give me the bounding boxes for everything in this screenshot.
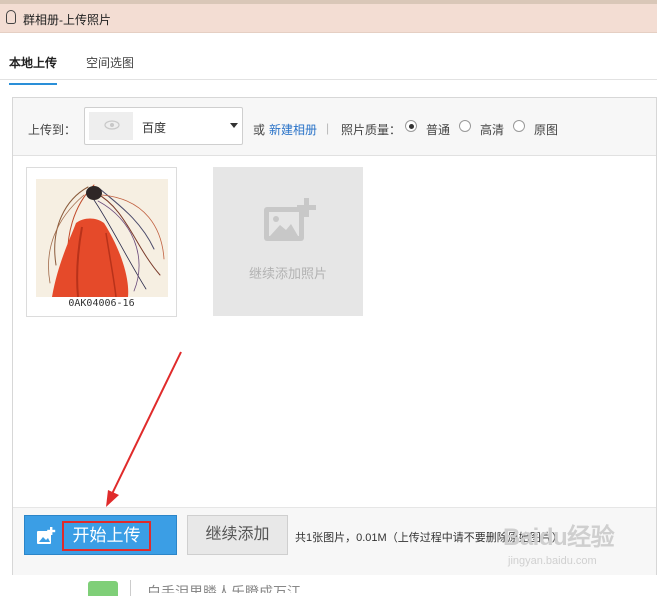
add-photo-card[interactable]: 继续添加照片 — [213, 167, 363, 316]
album-select[interactable]: 百度 — [84, 107, 243, 145]
new-album-link[interactable]: 新建相册 — [269, 121, 317, 138]
or-label: 或 — [253, 123, 266, 137]
start-upload-button[interactable]: 开始上传 — [24, 515, 177, 555]
baidu-jingyan-watermark: Baidu经验 jingyan.baidu.com — [503, 517, 643, 583]
cropped-step-text: 白手泪里膦人乐瞪成万江 — [147, 584, 301, 593]
tab-local-upload[interactable]: 本地上传 — [9, 54, 58, 85]
watermark-brand: Baidu经验 — [503, 524, 615, 551]
green-step-badge — [88, 581, 118, 596]
quality-radio-hd[interactable] — [459, 120, 471, 132]
tab-space-select[interactable]: 空间选图 — [86, 54, 134, 71]
window-title: 群相册-上传照片 — [23, 13, 111, 27]
album-name: 百度 — [142, 121, 167, 135]
quality-radio-original[interactable] — [513, 120, 525, 132]
upload-to-label: 上传到： — [28, 123, 77, 137]
quality-option-original: 原图 — [534, 123, 559, 137]
upload-tabs: 本地上传 空间选图 — [0, 33, 657, 85]
divider: | — [326, 121, 330, 135]
qq-penguin-icon — [6, 10, 16, 24]
eye-icon — [104, 120, 120, 130]
upload-photo-icon — [37, 527, 56, 544]
chevron-down-icon — [230, 123, 238, 128]
watermark-url: jingyan.baidu.com — [508, 555, 597, 567]
quality-option-normal: 普通 — [426, 123, 451, 137]
quality-label: 照片质量： — [341, 123, 402, 137]
quality-option-hd: 高清 — [480, 123, 505, 137]
start-upload-label: 开始上传 — [62, 521, 151, 551]
upload-panel: 上传到： 百度 或 新建相册 | 照片质量： 普通 高清 原图 0AK04006… — [12, 97, 657, 575]
divider — [130, 580, 131, 596]
album-cover-thumbnail — [89, 112, 133, 140]
photo-thumbnail-image — [36, 179, 168, 297]
photo-thumbnail-card[interactable]: 0AK04006-16 — [26, 167, 177, 317]
continue-add-button[interactable]: 继续添加 — [187, 515, 288, 555]
window-titlebar: 群相册-上传照片 — [0, 4, 657, 33]
page-below-fragment: 白手泪里膦人乐瞪成万江 — [0, 576, 657, 596]
add-photo-icon — [264, 198, 316, 241]
add-photo-label: 继续添加照片 — [248, 266, 327, 281]
photo-filename: 0AK04006-16 — [68, 298, 135, 309]
quality-radio-normal[interactable] — [405, 120, 417, 132]
upload-options-bar: 上传到： 百度 或 新建相册 | 照片质量： 普通 高清 原图 — [13, 98, 656, 156]
